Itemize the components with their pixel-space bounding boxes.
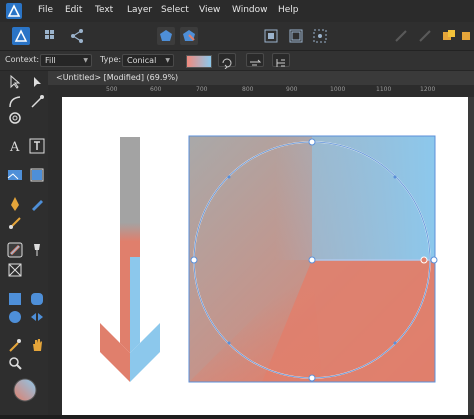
- gradient-swatch[interactable]: [186, 55, 212, 68]
- ruler-tick-label: 700: [196, 86, 208, 93]
- document-title: <Untitled> [Modified] (69.9%): [56, 73, 179, 82]
- chevron-down-icon: ▼: [83, 57, 88, 64]
- ruler-tick-label: 1000: [330, 86, 346, 93]
- geometry-add-icon[interactable]: [157, 27, 175, 45]
- app-logo-icon[interactable]: [6, 3, 22, 19]
- rounded-rectangle-tool-icon[interactable]: [28, 290, 46, 308]
- hand-tool-icon[interactable]: [28, 336, 46, 354]
- ruler-corner: [48, 85, 62, 97]
- context-select-value: Fill: [45, 56, 56, 65]
- arrange-front-icon[interactable]: [440, 27, 458, 45]
- point-transform-tool-icon[interactable]: [28, 93, 46, 111]
- move-tool-icon[interactable]: [6, 73, 24, 91]
- menu-view[interactable]: View: [199, 5, 220, 15]
- vertical-scrollbar[interactable]: [468, 97, 474, 415]
- reverse-gradient-button[interactable]: [218, 53, 236, 70]
- arrange-forward-icon[interactable]: [416, 27, 434, 45]
- type-select[interactable]: Conical ▼: [122, 54, 174, 67]
- align-center-icon[interactable]: [287, 27, 305, 45]
- svg-text:A: A: [9, 140, 20, 155]
- type-label: Type:: [100, 55, 122, 64]
- menu-edit[interactable]: Edit: [65, 5, 82, 15]
- gradient-end-handle[interactable]: [430, 256, 438, 264]
- picture-frame-tool-icon[interactable]: [6, 166, 24, 184]
- tools-panel: A: [0, 71, 49, 415]
- menu-window[interactable]: Window: [232, 5, 268, 15]
- transparency-tool-icon[interactable]: [28, 241, 46, 259]
- ruler-tick-label: 800: [242, 86, 254, 93]
- context-label: Context:: [5, 55, 40, 64]
- artwork: [100, 135, 438, 383]
- pencil-tool-icon[interactable]: [28, 195, 46, 213]
- rectangle-tool-icon[interactable]: [6, 290, 24, 308]
- menu-file[interactable]: File: [38, 5, 53, 15]
- transform-origin-icon[interactable]: [311, 27, 329, 45]
- menu-help[interactable]: Help: [278, 5, 299, 15]
- align-left-icon[interactable]: [262, 27, 280, 45]
- ruler-tick-label: 500: [106, 86, 118, 93]
- document-tab[interactable]: <Untitled> [Modified] (69.9%): [48, 71, 474, 85]
- frame-text-tool-icon[interactable]: [28, 137, 46, 155]
- context-toolbar: Context: Fill ▼ Type: Conical ▼: [0, 51, 474, 71]
- menu-bar: File Edit Text Layer Select View Window …: [0, 0, 474, 22]
- ruler-tick-label: 1200: [420, 86, 436, 93]
- gradient-stop-handle[interactable]: [420, 256, 428, 264]
- designer-persona-icon[interactable]: [12, 27, 30, 45]
- gradient-bottom-handle[interactable]: [308, 374, 316, 382]
- arrange-more-icon[interactable]: [460, 27, 474, 45]
- pen-tool-icon[interactable]: [6, 195, 24, 213]
- main-toolbar: [0, 22, 474, 51]
- vector-brush-tool-icon[interactable]: [6, 213, 24, 231]
- color-wheel-icon[interactable]: [12, 377, 38, 403]
- place-image-tool-icon[interactable]: [6, 261, 24, 279]
- contour-tool-icon[interactable]: [6, 109, 24, 127]
- color-picker-tool-icon[interactable]: [6, 336, 24, 354]
- artistic-text-tool-icon[interactable]: A: [6, 137, 24, 155]
- ruler-tick-label: 900: [286, 86, 298, 93]
- context-select[interactable]: Fill ▼: [40, 54, 92, 67]
- menu-layer[interactable]: Layer: [127, 5, 152, 15]
- arrange-back-icon[interactable]: [392, 27, 410, 45]
- gradient-center-handle[interactable]: [308, 256, 316, 264]
- export-persona-icon[interactable]: [68, 27, 86, 45]
- menu-select[interactable]: Select: [161, 5, 189, 15]
- zoom-tool-icon[interactable]: [6, 354, 24, 372]
- shape-more-tool-icon[interactable]: [28, 308, 46, 326]
- type-select-value: Conical: [127, 56, 157, 65]
- gradient-left-handle[interactable]: [190, 256, 198, 264]
- crop-tool-icon[interactable]: [28, 166, 46, 184]
- canvas[interactable]: [62, 97, 474, 415]
- arrow-shape[interactable]: [100, 137, 160, 382]
- fill-tool-icon[interactable]: [6, 241, 24, 259]
- ellipse-tool-icon[interactable]: [6, 308, 24, 326]
- menu-text[interactable]: Text: [95, 5, 113, 15]
- rotate-gradient-button[interactable]: [246, 53, 264, 67]
- pixel-persona-icon[interactable]: [42, 27, 60, 45]
- gradient-options-button[interactable]: [272, 53, 290, 67]
- chevron-down-icon: ▼: [165, 57, 170, 64]
- ruler-tick-label: 600: [150, 86, 162, 93]
- geometry-subtract-icon[interactable]: [180, 27, 198, 45]
- gradient-top-handle[interactable]: [308, 138, 316, 146]
- ruler-tick-label: 1100: [376, 86, 392, 93]
- node-tool-icon[interactable]: [28, 73, 46, 91]
- vertical-ruler: [48, 97, 63, 415]
